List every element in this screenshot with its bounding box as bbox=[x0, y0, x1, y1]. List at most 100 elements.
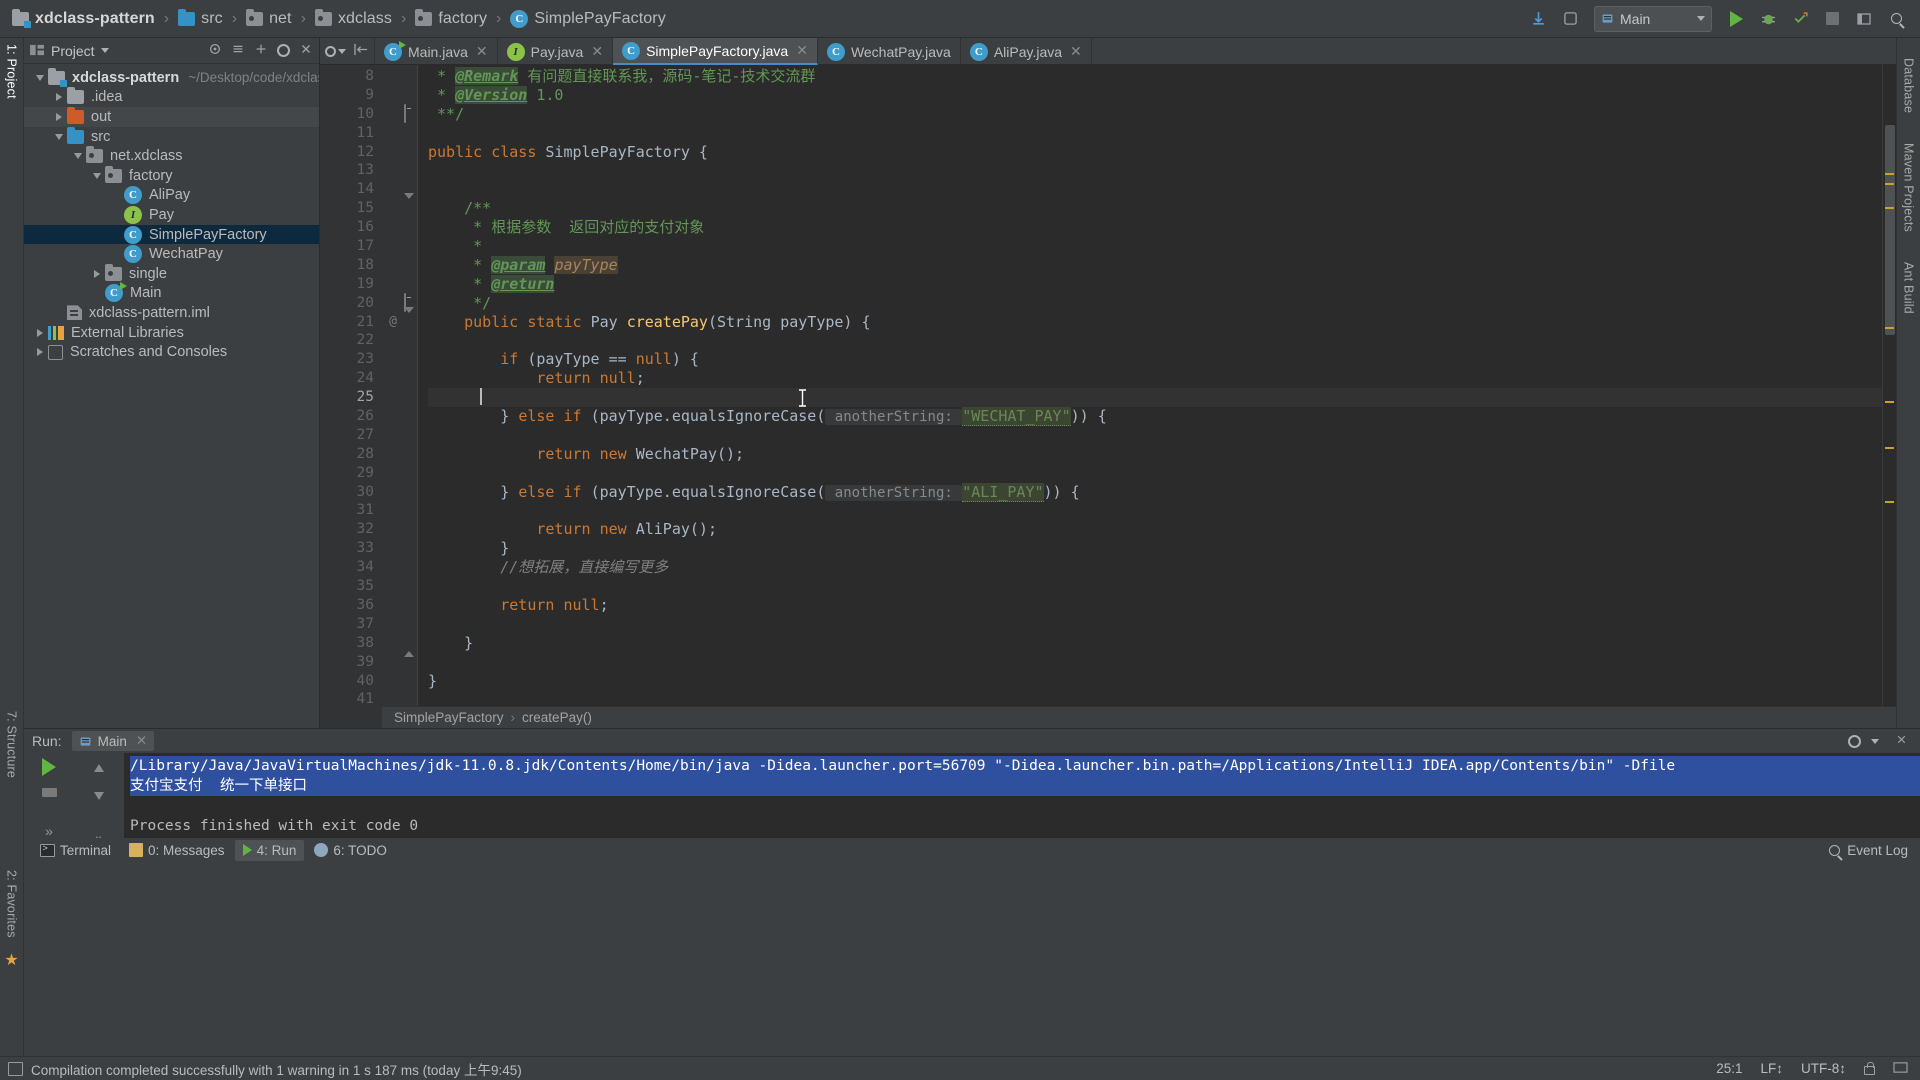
line-number[interactable]: 36 bbox=[320, 596, 382, 615]
run-configuration-selector[interactable]: Main bbox=[1594, 5, 1712, 32]
collapse-all-icon[interactable] bbox=[231, 42, 245, 60]
editor-breadcrumb[interactable]: SimplePayFactory › createPay() bbox=[382, 706, 1896, 728]
line-number[interactable]: 33 bbox=[320, 539, 382, 558]
prev-occurrence-icon[interactable] bbox=[94, 764, 104, 772]
memory-icon[interactable] bbox=[1893, 1061, 1908, 1077]
line-number[interactable]: 13 bbox=[320, 161, 382, 180]
code-line[interactable]: public static Pay createPay(String payTy… bbox=[428, 313, 1882, 332]
code-line[interactable]: */ bbox=[428, 294, 1882, 313]
stripe-tab-maven[interactable]: Maven Projects bbox=[1898, 137, 1920, 238]
hide-panel-icon[interactable] bbox=[1895, 733, 1908, 749]
marker[interactable] bbox=[1885, 447, 1894, 449]
chevron-down-icon[interactable] bbox=[338, 48, 346, 54]
stripe-tab-favorites[interactable]: 2: Favorites bbox=[1, 864, 23, 944]
tree-item-idea[interactable]: .idea bbox=[24, 87, 319, 108]
stop-icon[interactable] bbox=[41, 788, 57, 797]
bottom-tab-run[interactable]: 4: Run bbox=[234, 839, 305, 861]
breadcrumb-item-class[interactable]: C SimplePayFactory bbox=[506, 0, 669, 38]
marker[interactable] bbox=[1885, 173, 1894, 175]
bottom-tab-messages[interactable]: 0: Messages bbox=[121, 840, 233, 861]
marker[interactable] bbox=[1885, 327, 1894, 329]
marker[interactable] bbox=[1885, 401, 1894, 403]
gear-icon[interactable] bbox=[277, 44, 290, 57]
run-with-coverage-button[interactable] bbox=[1786, 5, 1814, 33]
update-project-icon[interactable] bbox=[1524, 5, 1552, 33]
line-number[interactable]: 28 bbox=[320, 445, 382, 464]
code-line[interactable] bbox=[428, 124, 1882, 143]
fold-marker[interactable] bbox=[404, 103, 417, 124]
file-encoding[interactable]: UTF-8↕ bbox=[1801, 1061, 1846, 1076]
line-number[interactable]: 27 bbox=[320, 426, 382, 445]
fold-marker[interactable] bbox=[404, 633, 417, 657]
search-icon[interactable] bbox=[1829, 844, 1841, 856]
line-number[interactable]: 32 bbox=[320, 520, 382, 539]
line-number[interactable]: 18 bbox=[320, 256, 382, 275]
line-number[interactable]: 38 bbox=[320, 634, 382, 653]
code-line[interactable]: return null; bbox=[428, 596, 1882, 615]
breadcrumb-class[interactable]: SimplePayFactory bbox=[394, 710, 504, 725]
layout-icon[interactable] bbox=[1850, 5, 1878, 33]
expand-all-icon[interactable] bbox=[254, 42, 268, 60]
breadcrumb-item-xdclass[interactable]: xdclass bbox=[311, 0, 396, 38]
code-line[interactable] bbox=[428, 653, 1882, 672]
event-log-label[interactable]: Event Log bbox=[1847, 843, 1908, 858]
line-number[interactable]: 17 bbox=[320, 237, 382, 256]
tree-twisty[interactable] bbox=[51, 93, 67, 102]
line-number[interactable]: 30 bbox=[320, 483, 382, 502]
caret-position[interactable]: 25:1 bbox=[1716, 1061, 1742, 1076]
stripe-tab-ant[interactable]: Ant Build bbox=[1898, 256, 1920, 320]
code-line[interactable] bbox=[428, 426, 1882, 445]
gear-icon[interactable] bbox=[1848, 734, 1861, 748]
code-line[interactable]: } else if (payType.equalsIgnoreCase( ano… bbox=[428, 407, 1882, 427]
code-line[interactable]: * @Version 1.0 bbox=[428, 85, 1882, 105]
chevron-down-icon[interactable] bbox=[100, 48, 109, 53]
line-number[interactable]: 10 bbox=[320, 105, 382, 124]
memory-indicator-icon[interactable] bbox=[8, 1061, 23, 1076]
tree-item-src[interactable]: src bbox=[24, 126, 319, 147]
fold-marker[interactable] bbox=[404, 193, 417, 218]
chevron-down-icon[interactable] bbox=[1871, 738, 1879, 744]
tree-twisty[interactable] bbox=[32, 348, 48, 357]
error-marker-bar[interactable] bbox=[1882, 65, 1896, 728]
tree-item-net-xdclass[interactable]: net.xdclass bbox=[24, 146, 319, 166]
line-number[interactable]: 12 bbox=[320, 143, 382, 162]
breadcrumb-method[interactable]: createPay() bbox=[522, 710, 592, 725]
breadcrumb-item-project[interactable]: xdclass-pattern bbox=[8, 0, 159, 38]
tree-twisty[interactable] bbox=[51, 112, 67, 121]
favorites-star-icon[interactable]: ★ bbox=[4, 950, 18, 970]
code-line[interactable]: * @return bbox=[428, 274, 1882, 294]
stripe-tab-project[interactable]: 1: Project bbox=[1, 38, 23, 105]
locate-icon[interactable] bbox=[208, 42, 222, 60]
code-line[interactable]: } bbox=[428, 634, 1882, 653]
line-number[interactable]: 19 bbox=[320, 275, 382, 294]
debug-button[interactable] bbox=[1754, 5, 1782, 33]
line-number[interactable]: 40 bbox=[320, 672, 382, 691]
code-line[interactable] bbox=[428, 180, 1882, 199]
line-number[interactable]: 26 bbox=[320, 407, 382, 426]
line-number[interactable]: 8 bbox=[320, 67, 382, 86]
editor-tab-wechatpay[interactable]: C WechatPay.java bbox=[818, 38, 961, 65]
editor-scrollbar-thumb[interactable] bbox=[1885, 125, 1895, 335]
line-number[interactable]: 20 bbox=[320, 294, 382, 313]
code-line[interactable]: } bbox=[428, 672, 1882, 691]
line-number[interactable]: 24 bbox=[320, 369, 382, 388]
tree-twisty[interactable] bbox=[51, 133, 67, 140]
tree-item-scratches-and-consoles[interactable]: Scratches and Consoles bbox=[24, 342, 319, 362]
code-line[interactable] bbox=[428, 331, 1882, 350]
tree-twisty[interactable] bbox=[89, 269, 105, 278]
tree-twisty[interactable] bbox=[70, 153, 86, 160]
line-number[interactable]: 35 bbox=[320, 577, 382, 596]
code-line[interactable]: return new AliPay(); bbox=[428, 520, 1882, 539]
bottom-tab-terminal[interactable]: Terminal bbox=[32, 840, 119, 861]
code-folding-gutter[interactable] bbox=[404, 65, 418, 728]
line-number[interactable]: 39 bbox=[320, 653, 382, 672]
code-line[interactable]: * 根据参数 返回对应的支付对象 bbox=[428, 218, 1882, 237]
code-text[interactable]: * @Remark 有问题直接联系我，源码-笔记-技术交流群 * @Versio… bbox=[418, 65, 1882, 728]
code-line[interactable]: if (payType == null) { bbox=[428, 350, 1882, 369]
close-icon[interactable]: ✕ bbox=[476, 43, 488, 60]
tree-item-xdclass-pattern[interactable]: xdclass-pattern ~/Desktop/code/xdclass-pa… bbox=[24, 67, 319, 88]
line-number[interactable]: 37 bbox=[320, 615, 382, 634]
tree-item-single[interactable]: single bbox=[24, 263, 319, 284]
code-line[interactable] bbox=[428, 501, 1882, 520]
tree-twisty[interactable] bbox=[32, 328, 48, 337]
